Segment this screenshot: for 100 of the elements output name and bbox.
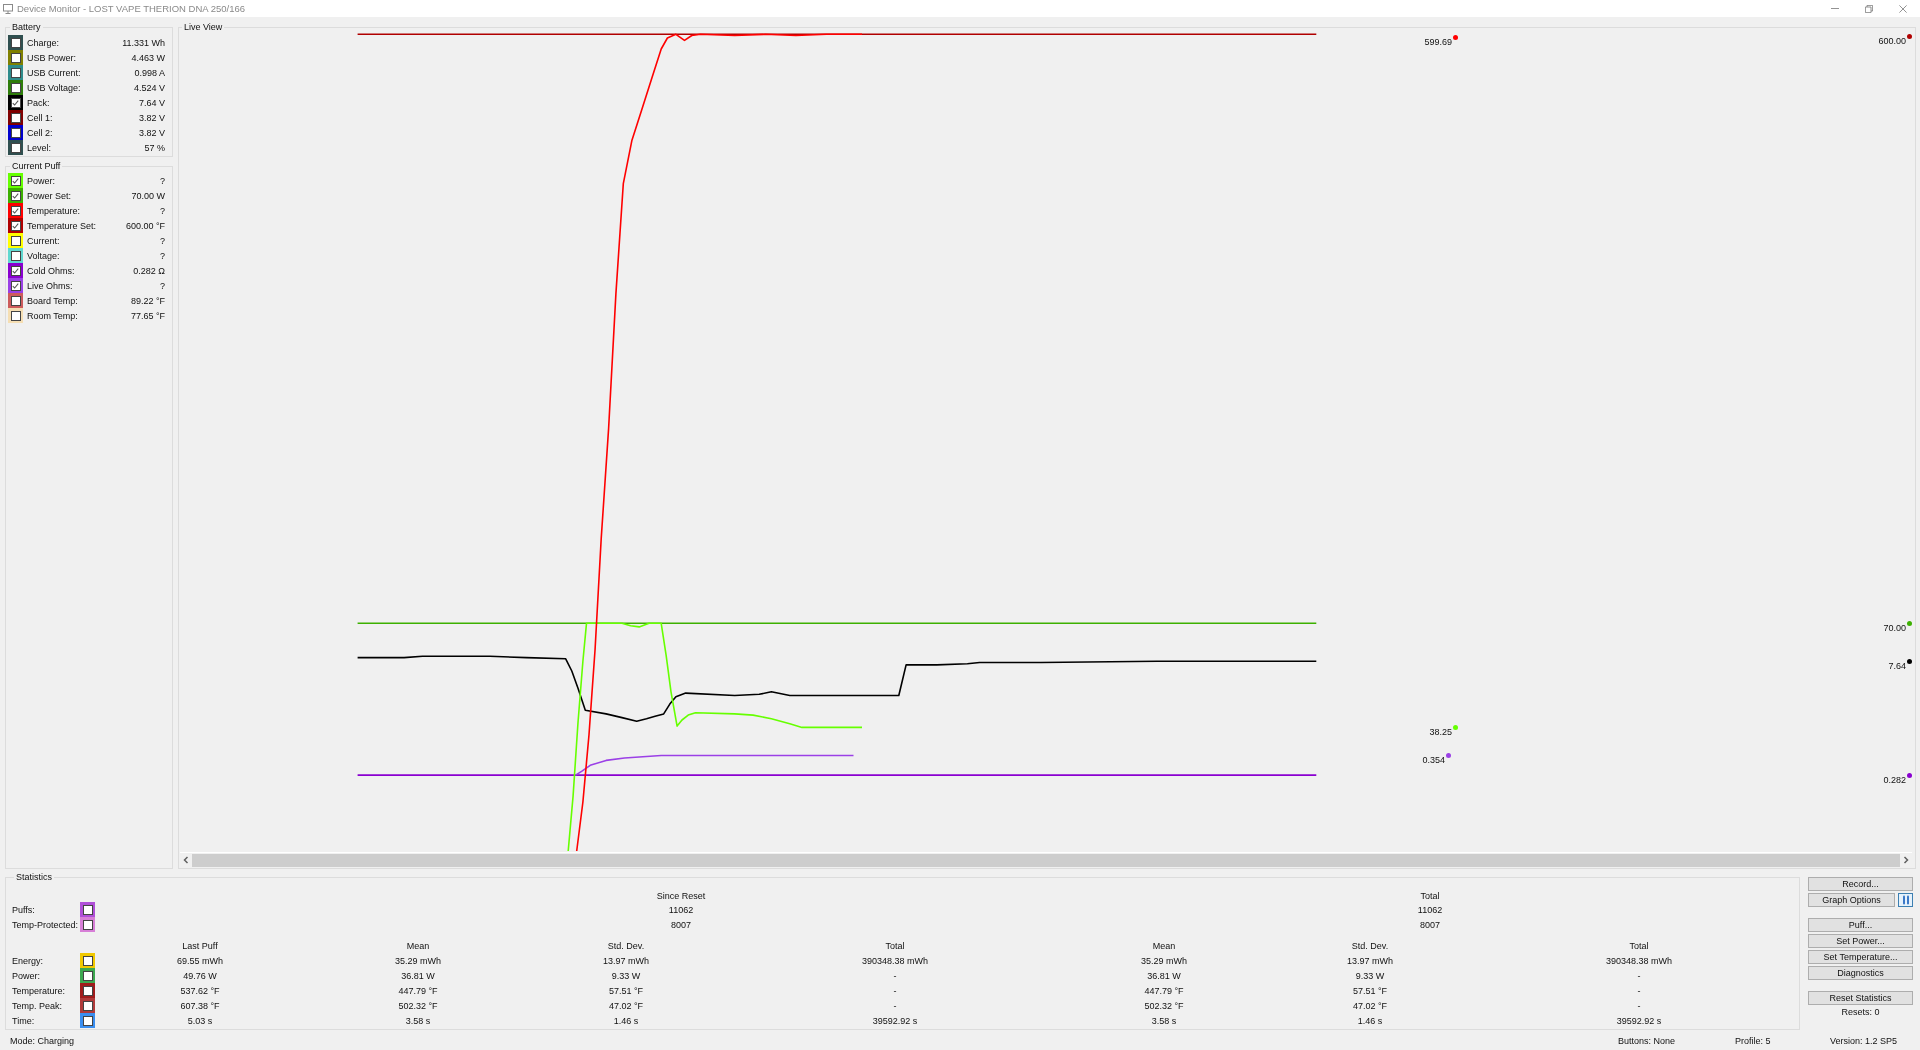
marker-value: 600.00	[1878, 35, 1906, 47]
action-button[interactable]: Set Power...	[1808, 934, 1913, 948]
color-checkbox[interactable]	[8, 140, 23, 155]
item-value: 11.331 Wh	[122, 37, 165, 48]
action-button[interactable]: Diagnostics	[1808, 966, 1913, 980]
color-checkbox[interactable]	[8, 248, 23, 263]
color-checkbox[interactable]	[8, 278, 23, 293]
table-cell-text: 537.62 °F	[179, 985, 221, 996]
table-cell-text: -	[892, 985, 898, 996]
table-cell-text: 1.46 s	[1356, 1015, 1384, 1026]
table-cell-text: 69.55 mWh	[176, 955, 224, 966]
color-checkbox[interactable]	[80, 917, 95, 932]
item-label: Pack:	[27, 97, 50, 108]
marker-value: 0.282	[1883, 775, 1906, 786]
table-cell-text: 47.02 °F	[1351, 1000, 1389, 1011]
table-cell-text: 35.29 mWh	[394, 955, 442, 966]
column-header: Total	[884, 941, 906, 951]
item-label: Temperature:	[27, 205, 81, 216]
row-label: Puffs:	[12, 904, 36, 915]
table-cell-text: 39592.92 s	[871, 1015, 919, 1026]
color-checkbox[interactable]	[8, 50, 23, 65]
table-cell-text: 9.33 W	[1354, 970, 1386, 981]
color-checkbox[interactable]	[80, 983, 95, 998]
item-value: 0.998 A	[134, 67, 165, 78]
table-cell-text: 36.81 W	[400, 970, 436, 981]
color-checkbox[interactable]	[8, 308, 23, 323]
table-cell-text: 5.03 s	[186, 1015, 214, 1026]
item-label: Board Temp:	[27, 295, 78, 306]
column-header: Since Reset	[655, 890, 707, 901]
chevron-right-icon[interactable]	[1903, 856, 1909, 864]
item-value: ?	[160, 250, 165, 261]
color-checkbox[interactable]	[8, 218, 23, 233]
table-cell-text: 57.51 °F	[1351, 985, 1389, 996]
column-header: Std. Dev.	[606, 941, 646, 951]
action-button[interactable]: Record...	[1808, 877, 1913, 891]
chevron-left-icon[interactable]	[183, 856, 189, 864]
table-cell-text: 447.79 °F	[397, 985, 439, 996]
color-checkbox[interactable]	[8, 80, 23, 95]
column-header: Last Puff	[181, 941, 219, 951]
color-checkbox[interactable]	[8, 263, 23, 278]
item-label: USB Power:	[27, 52, 77, 63]
close-icon	[1899, 4, 1907, 13]
color-checkbox[interactable]	[8, 203, 23, 218]
group-title: Current Puff	[11, 161, 62, 172]
table-cell-text: 502.32 °F	[397, 1000, 439, 1011]
action-button[interactable]: Puff...	[1808, 918, 1913, 932]
color-checkbox[interactable]	[8, 188, 23, 203]
check-icon	[12, 207, 19, 214]
item-label: USB Voltage:	[27, 82, 81, 93]
column-header: Total	[1628, 941, 1650, 951]
column-header: Mean	[1151, 941, 1177, 951]
color-checkbox[interactable]	[8, 233, 23, 248]
item-value: 7.64 V	[138, 97, 165, 108]
check-icon	[12, 177, 19, 184]
check-icon	[12, 192, 19, 199]
marker-value: 0.354	[1422, 754, 1445, 766]
row-label: Temperature:	[12, 985, 67, 996]
item-value: 600.00 °F	[125, 220, 165, 231]
table-cell-text: 36.81 W	[1146, 970, 1182, 981]
monitor-icon	[3, 3, 13, 14]
color-checkbox[interactable]	[8, 35, 23, 50]
item-value: 77.65 °F	[130, 310, 165, 321]
color-checkbox[interactable]	[8, 110, 23, 125]
marker-value: 7.64	[1888, 660, 1906, 672]
item-label: Charge:	[27, 37, 60, 48]
color-checkbox[interactable]	[8, 293, 23, 308]
color-checkbox[interactable]	[80, 998, 95, 1013]
action-button[interactable]: Set Temperature...	[1808, 950, 1913, 964]
table-cell-text: 607.38 °F	[179, 1000, 221, 1011]
item-label: Power:	[27, 175, 55, 186]
table-cell-text: 57.51 °F	[607, 985, 645, 996]
check-icon	[12, 222, 19, 229]
item-value: 3.82 V	[138, 127, 165, 138]
item-value: 4.524 V	[133, 82, 165, 93]
table-cell-text: 13.97 mWh	[602, 955, 650, 966]
table-cell-text: 13.97 mWh	[1346, 955, 1394, 966]
table-cell-text: -	[1636, 1000, 1642, 1011]
minimize-icon	[1831, 8, 1839, 9]
color-checkbox[interactable]	[8, 65, 23, 80]
color-checkbox[interactable]	[80, 953, 95, 968]
row-label: Temp. Peak:	[12, 1000, 64, 1011]
item-value: ?	[160, 205, 165, 216]
pause-icon	[1901, 895, 1910, 905]
table-cell-text: 447.79 °F	[1143, 985, 1185, 996]
table-cell-text: 9.33 W	[610, 970, 642, 981]
color-checkbox[interactable]	[8, 173, 23, 188]
color-checkbox[interactable]	[80, 968, 95, 983]
color-checkbox[interactable]	[8, 125, 23, 140]
color-checkbox[interactable]	[80, 1013, 95, 1028]
item-label: Power Set:	[27, 190, 72, 201]
table-cell-text: 11062	[1416, 904, 1444, 915]
item-label: Temperature Set:	[27, 220, 97, 231]
check-icon	[12, 99, 19, 106]
action-button[interactable]: Graph Options	[1808, 893, 1895, 907]
color-checkbox[interactable]	[80, 902, 95, 917]
color-checkbox[interactable]	[8, 95, 23, 110]
table-cell-text: 390348.38 mWh	[1604, 955, 1673, 966]
group-title: Live View	[183, 22, 224, 33]
action-button[interactable]: Reset Statistics	[1808, 991, 1913, 1005]
pause-button[interactable]	[1898, 893, 1913, 907]
